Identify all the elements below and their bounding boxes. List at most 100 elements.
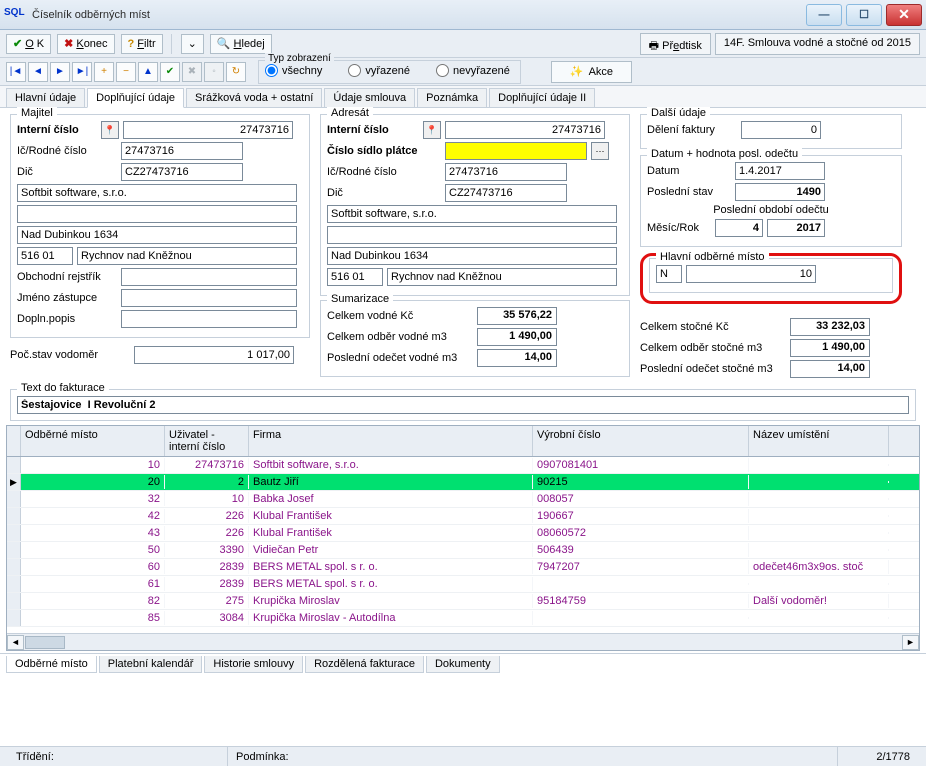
row-indicator [7, 508, 21, 524]
btab-historie-smlouvy[interactable]: Historie smlouvy [204, 656, 303, 673]
adresat-adr3-input[interactable] [327, 247, 617, 265]
btab-odberne-misto[interactable]: Odběrné místo [6, 656, 97, 673]
table-row[interactable]: 3210Babka Josef008057 [7, 491, 919, 508]
odecet-datum-input[interactable] [735, 162, 825, 180]
table-row[interactable]: 42226Klubal František190667 [7, 508, 919, 525]
scroll-right-button[interactable]: ► [902, 635, 919, 650]
adresat-firma-input[interactable] [327, 205, 617, 223]
majitel-firma-input[interactable] [17, 184, 297, 202]
maximize-button[interactable]: ☐ [846, 4, 882, 26]
data-grid[interactable]: Odběrné místo Uživatel - interní číslo F… [6, 425, 920, 651]
scroll-left-button[interactable]: ◄ [7, 635, 24, 650]
nav-toolbar: |◄ ◄ ► ►| + − ▲ ✔ ✖ ◦ ↻ Typ zobrazení vš… [0, 58, 926, 86]
table-row[interactable]: 1027473716Softbit software, s.r.o.090708… [7, 457, 919, 474]
majitel-zastupce-input[interactable] [121, 289, 297, 307]
tab-udaje-smlouva[interactable]: Údaje smlouva [324, 88, 415, 107]
funnel-button[interactable]: ⌄ [181, 34, 204, 54]
odecet-rok-input[interactable] [767, 219, 825, 237]
table-row[interactable]: 853084Krupička Miroslav - Autodílna [7, 610, 919, 627]
adresat-ic-input[interactable] [445, 163, 567, 181]
table-row[interactable]: 503390Vidiečan Petr506439 [7, 542, 919, 559]
majitel-adr2-input[interactable] [17, 205, 297, 223]
last-button[interactable]: ►| [72, 62, 92, 82]
table-row[interactable]: 612839BERS METAL spol. s r. o. [7, 576, 919, 593]
prev-button[interactable]: ◄ [28, 62, 48, 82]
hlavni-om-highlight: Hlavní odběrné místo [640, 253, 902, 304]
minimize-button[interactable]: — [806, 4, 842, 26]
wand-icon: ✨ [570, 65, 584, 78]
tab-hlavni-udaje[interactable]: Hlavní údaje [6, 88, 85, 107]
adresat-fieldset: Adresát Interní číslo📍 Číslo sídlo plátc… [320, 114, 630, 296]
btab-platebni-kalendar[interactable]: Platební kalendář [99, 656, 203, 673]
odecet-stav-input[interactable] [735, 183, 825, 201]
vodne-kc-value: 35 576,22 [477, 307, 557, 325]
col-nazev-umisteni[interactable]: Název umístění [749, 426, 889, 456]
majitel-dopln-input[interactable] [121, 310, 297, 328]
table-row[interactable]: 602839BERS METAL spol. s r. o.7947207ode… [7, 559, 919, 576]
majitel-dic-input[interactable] [121, 163, 243, 181]
majitel-or-input[interactable] [121, 268, 297, 286]
form-tabs: Hlavní údaje Doplňující údaje Srážková v… [0, 86, 926, 108]
confirm-button[interactable]: ✔ [160, 62, 180, 82]
odecet-mesic-input[interactable] [715, 219, 763, 237]
first-button[interactable]: |◄ [6, 62, 26, 82]
radio-vyrazene[interactable]: vyřazené [348, 64, 410, 77]
majitel-interni-cislo-input[interactable] [123, 121, 293, 139]
map-icon-button-2[interactable]: 📍 [423, 121, 441, 139]
text-fakturace-input[interactable] [17, 396, 909, 414]
next-button[interactable]: ► [50, 62, 70, 82]
col-uzivatel[interactable]: Uživatel - interní číslo [165, 426, 249, 456]
majitel-psc-input[interactable] [17, 247, 73, 265]
edit-button[interactable]: ▲ [138, 62, 158, 82]
radio-vsechny[interactable]: všechny [265, 64, 322, 77]
col-firma[interactable]: Firma [249, 426, 533, 456]
ok-button[interactable]: ✔OOKK [6, 34, 51, 54]
hledej-button[interactable]: 🔍Hledej [210, 34, 272, 54]
row-indicator [7, 457, 21, 473]
close-button[interactable]: ✕ [886, 4, 922, 26]
remove-button[interactable]: − [116, 62, 136, 82]
add-button[interactable]: + [94, 62, 114, 82]
adresat-adr2-input[interactable] [327, 226, 617, 244]
grid-hscroll[interactable]: ◄ ► [7, 633, 919, 650]
akce-button[interactable]: ✨Akce [551, 61, 632, 83]
majitel-ic-input[interactable] [121, 142, 243, 160]
adresat-dic-input[interactable] [445, 184, 567, 202]
funnel-icon: ⌄ [188, 37, 197, 50]
search-icon: 🔍 [217, 37, 231, 50]
table-row[interactable]: ▶202Bautz Jiří90215 [7, 474, 919, 491]
refresh-button[interactable]: ↻ [226, 62, 246, 82]
table-row[interactable]: 43226Klubal František08060572 [7, 525, 919, 542]
filtr-button[interactable]: ?Filtr [121, 34, 163, 54]
majitel-adr3-input[interactable] [17, 226, 297, 244]
lookup-button[interactable]: ⋯ [591, 142, 609, 160]
table-row[interactable]: 82275Krupička Miroslav95184759Další vodo… [7, 593, 919, 610]
scroll-thumb[interactable] [25, 636, 65, 649]
col-odberne-misto[interactable]: Odběrné místo [21, 426, 165, 456]
deleni-faktury-input[interactable] [741, 121, 821, 139]
adresat-sidlo-input[interactable] [445, 142, 587, 160]
tab-srazkova-voda[interactable]: Srážková voda + ostatní [186, 88, 322, 107]
stocne-kc-value: 33 232,03 [790, 318, 870, 336]
adresat-mesto-input[interactable] [387, 268, 617, 286]
konec-button[interactable]: ✖Konec [57, 34, 114, 54]
tab-doplnujici-udaje-2[interactable]: Doplňující údaje II [489, 88, 595, 107]
col-vyrobni-cislo[interactable]: Výrobní číslo [533, 426, 749, 456]
smlouva-button[interactable]: 14F. Smlouva vodné a stočné od 2015 [715, 33, 920, 55]
hlavni-om-flag-input[interactable] [656, 265, 682, 283]
print-preview-icon: 🖶 [649, 40, 659, 52]
map-icon-button[interactable]: 📍 [101, 121, 119, 139]
predtisk-button[interactable]: 🖶 Předtisk [640, 33, 711, 55]
adresat-interni-cislo-input[interactable] [445, 121, 605, 139]
cancel-button[interactable]: ✖ [182, 62, 202, 82]
btab-dokumenty[interactable]: Dokumenty [426, 656, 500, 673]
btab-rozdelena-fakturace[interactable]: Rozdělená fakturace [305, 656, 424, 673]
adresat-psc-input[interactable] [327, 268, 383, 286]
poc-stav-input[interactable] [134, 346, 294, 364]
tab-poznamka[interactable]: Poznámka [417, 88, 487, 107]
radio-nevyrazene[interactable]: nevyřazené [436, 64, 510, 77]
options-button[interactable]: ◦ [204, 62, 224, 82]
majitel-mesto-input[interactable] [77, 247, 297, 265]
hlavni-om-cislo-input[interactable] [686, 265, 816, 283]
tab-doplnujici-udaje[interactable]: Doplňující údaje [87, 88, 184, 108]
